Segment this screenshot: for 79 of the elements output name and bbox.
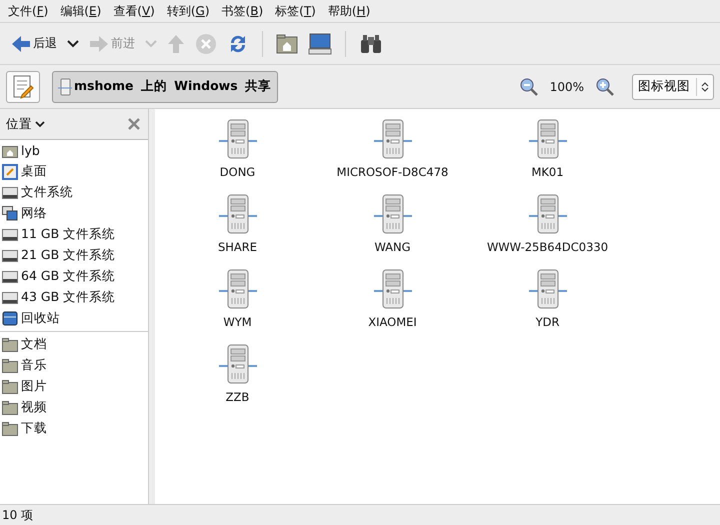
sidebar-item[interactable]: 43 GB 文件系统 xyxy=(0,287,148,308)
share-label[interactable]: MICROSOF-D8C478 xyxy=(336,165,448,179)
back-button[interactable]: 后退 xyxy=(8,32,60,54)
folder-icon xyxy=(2,358,18,372)
server-icon xyxy=(372,267,414,311)
zoom-out-button[interactable] xyxy=(520,78,538,96)
zoom-in-icon xyxy=(596,78,614,96)
menu-item[interactable]: 帮助(H) xyxy=(322,2,376,20)
sidebar-item[interactable]: 64 GB 文件系统 xyxy=(0,266,148,287)
folder-icon xyxy=(2,380,18,394)
drive-icon xyxy=(2,270,18,282)
sidebar-item[interactable]: 回收站 xyxy=(0,308,148,329)
sidebar-item[interactable]: lyb xyxy=(0,140,148,161)
chevron-down-icon xyxy=(35,120,45,128)
zoom-level: 100% xyxy=(550,80,584,94)
status-bar: 10 项 xyxy=(0,504,720,525)
server-icon xyxy=(216,117,258,161)
updown-icon xyxy=(701,80,709,92)
server-icon xyxy=(216,267,258,311)
share-label[interactable]: MK01 xyxy=(531,165,564,179)
forward-arrow-icon xyxy=(89,34,109,52)
view-select[interactable]: 图标视图 xyxy=(632,74,714,100)
zoom-out-icon xyxy=(520,78,538,96)
computer-icon xyxy=(308,32,332,54)
server-icon xyxy=(216,192,258,236)
server-icon xyxy=(526,117,568,161)
sidebar-item[interactable]: 文件系统 xyxy=(0,182,148,203)
folder-icon xyxy=(2,338,18,352)
share-label[interactable]: WWW-25B64DC0330 xyxy=(486,240,608,254)
menu-item[interactable]: 标签(T) xyxy=(269,2,322,20)
menu-item[interactable]: 文件(F) xyxy=(2,2,54,20)
notepad-pencil-icon xyxy=(12,74,34,98)
chevron-down-icon xyxy=(67,40,79,48)
drive-icon xyxy=(2,186,18,198)
edit-location-button[interactable] xyxy=(6,70,40,102)
drive-icon xyxy=(2,228,18,240)
close-icon[interactable] xyxy=(128,118,140,130)
server-icon xyxy=(372,192,414,236)
server-icon xyxy=(216,342,258,386)
server-icon xyxy=(58,78,72,96)
share-label[interactable]: WYM xyxy=(223,315,252,329)
places-dropdown[interactable]: 位置 xyxy=(6,116,45,132)
server-icon xyxy=(526,267,568,311)
menu-item[interactable]: 转到(G) xyxy=(160,2,216,20)
binoculars-icon xyxy=(359,34,383,54)
share-label[interactable]: SHARE xyxy=(218,240,258,254)
back-arrow-icon xyxy=(11,34,31,52)
sidebar-item[interactable]: 11 GB 文件系统 xyxy=(0,224,148,245)
share-label[interactable]: DONG xyxy=(220,165,256,179)
share-label[interactable]: WANG xyxy=(374,240,411,254)
sidebar-item[interactable]: 图片 xyxy=(0,376,148,397)
sidebar-item[interactable]: 文档 xyxy=(0,334,148,355)
folder-icon xyxy=(2,422,18,436)
folder-icon xyxy=(2,400,18,414)
server-icon xyxy=(526,192,568,236)
drive-icon xyxy=(2,250,18,262)
menu-item[interactable]: 书签(B) xyxy=(216,2,270,20)
share-label[interactable]: XIAOMEI xyxy=(368,315,417,329)
home-folder-icon xyxy=(276,34,298,54)
menu-item[interactable]: 查看(V) xyxy=(107,2,161,20)
path-button[interactable]: mshome 上的 Windows 共享 xyxy=(52,70,278,102)
sidebar-item[interactable]: 下载 xyxy=(0,418,148,439)
sidebar-item[interactable]: 21 GB 文件系统 xyxy=(0,245,148,266)
trash-icon xyxy=(2,311,18,326)
sidebar-item[interactable]: 桌面 xyxy=(0,161,148,182)
stop-icon xyxy=(195,32,217,54)
sidebar-item[interactable]: 视频 xyxy=(0,397,148,418)
chevron-down-icon xyxy=(145,40,157,48)
desktop-icon xyxy=(2,164,18,180)
zoom-in-button[interactable] xyxy=(596,78,614,96)
share-label[interactable]: YDR xyxy=(536,315,560,329)
share-label[interactable]: ZZB xyxy=(226,390,250,404)
sidebar-item[interactable]: 音乐 xyxy=(0,355,148,376)
up-arrow-icon xyxy=(167,34,185,54)
server-icon xyxy=(372,117,414,161)
sidebar-item[interactable]: 网络 xyxy=(0,203,148,224)
drive-icon xyxy=(2,292,18,304)
menu-item[interactable]: 编辑(E) xyxy=(54,2,108,20)
network-icon xyxy=(2,206,18,221)
